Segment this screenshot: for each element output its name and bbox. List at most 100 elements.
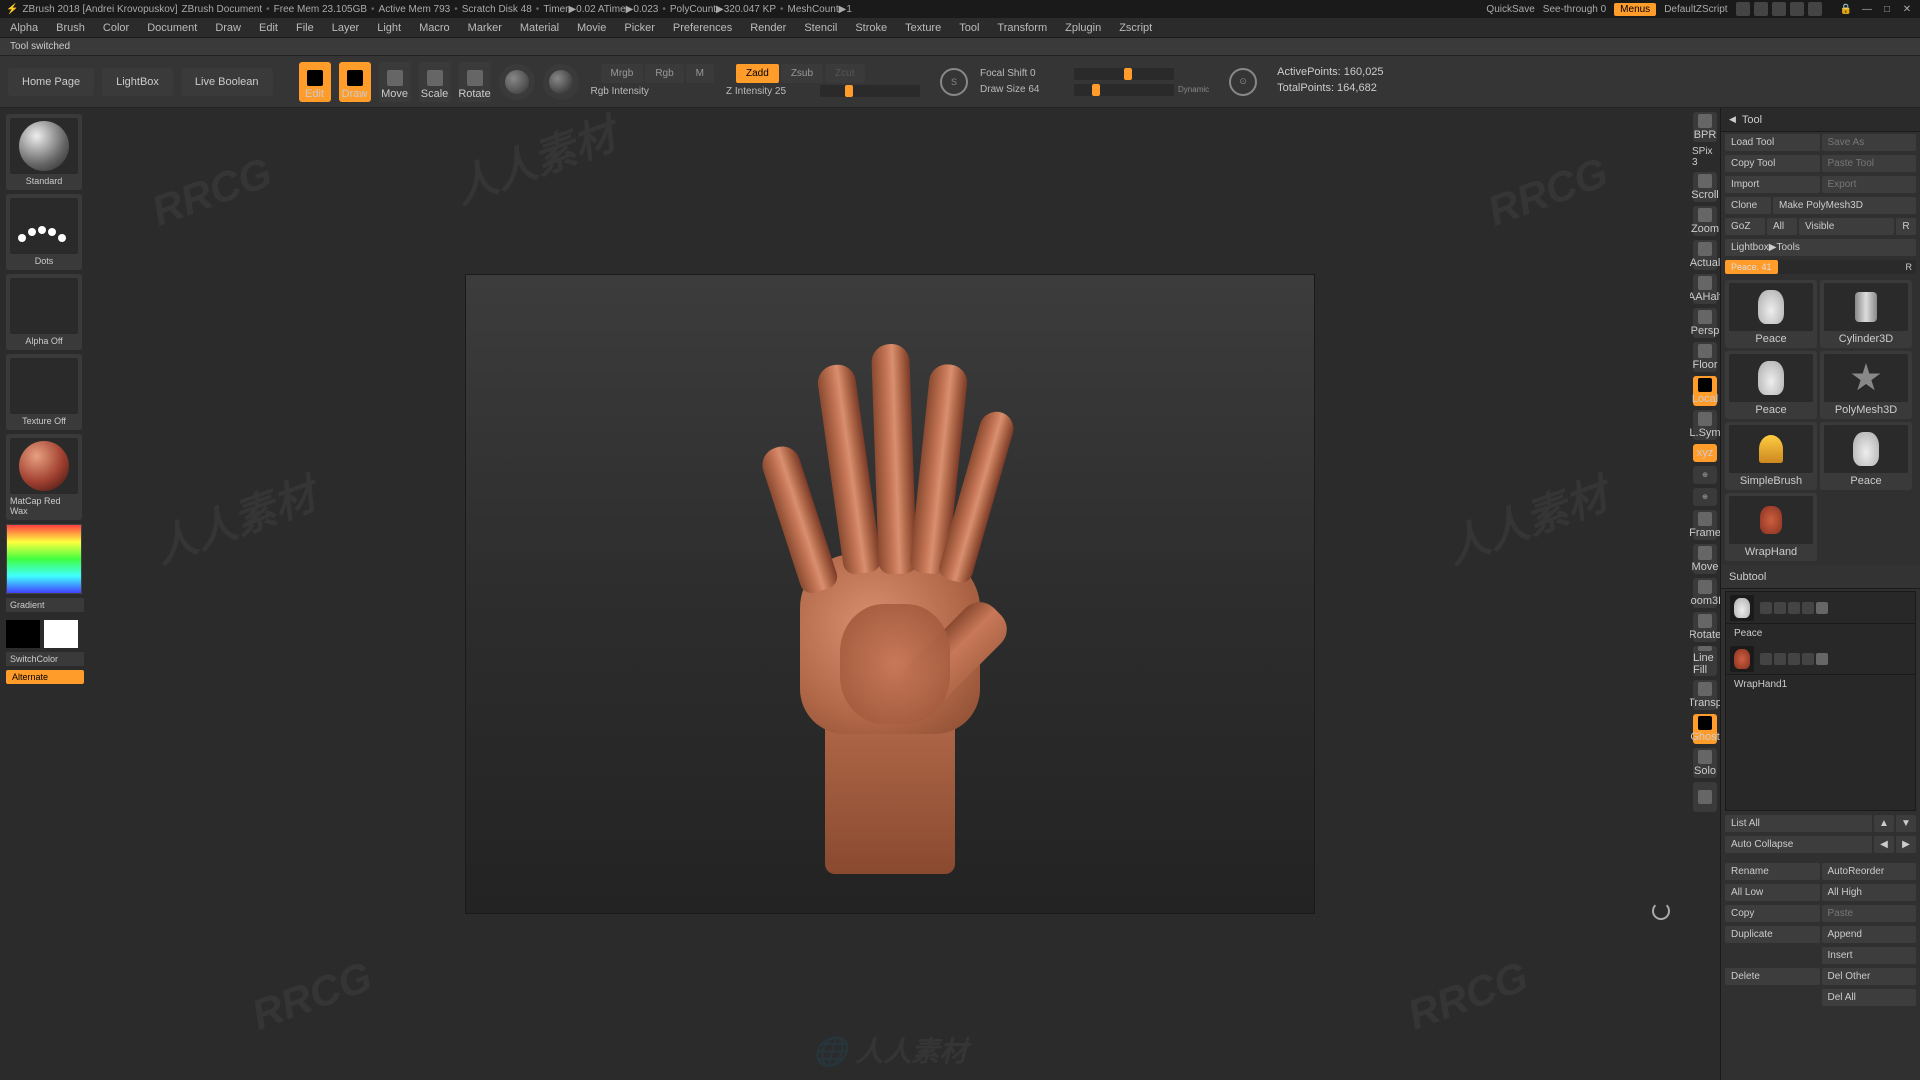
lock-icon[interactable]: 🔒 — [1840, 4, 1852, 15]
alternate-button[interactable]: Alternate — [6, 670, 84, 684]
paste-button[interactable]: Paste — [1822, 905, 1917, 922]
zadd-button[interactable]: Zadd — [736, 64, 779, 83]
floor-button[interactable]: Floor — [1693, 342, 1717, 372]
menus-button[interactable]: Menus — [1614, 3, 1656, 16]
maximize-button[interactable]: □ — [1880, 3, 1894, 15]
delother-button[interactable]: Del Other — [1822, 968, 1917, 985]
alpha-thumb[interactable]: Alpha Off — [6, 274, 82, 350]
layout-icon[interactable] — [1790, 2, 1804, 16]
layout-icon[interactable] — [1754, 2, 1768, 16]
menu-texture[interactable]: Texture — [905, 22, 941, 34]
makepoly-button[interactable]: Make PolyMesh3D — [1773, 197, 1916, 214]
autoreorder-button[interactable]: AutoReorder — [1822, 863, 1917, 880]
focal-shift-slider[interactable] — [1074, 68, 1174, 80]
brush-thumb[interactable]: Standard — [6, 114, 82, 190]
menu-layer[interactable]: Layer — [332, 22, 360, 34]
linefill-button[interactable]: Line Fill — [1693, 646, 1717, 676]
lsym-button[interactable]: L.Sym — [1693, 410, 1717, 440]
alllow-button[interactable]: All Low — [1725, 884, 1820, 901]
draw-size-label[interactable]: Draw Size 64 — [980, 84, 1070, 95]
actual-button[interactable]: Actual — [1693, 240, 1717, 270]
tool-item-simplebrush[interactable]: SimpleBrush — [1725, 422, 1817, 490]
menu-tool[interactable]: Tool — [959, 22, 979, 34]
tool-item-peace[interactable]: Peace — [1725, 280, 1817, 348]
up-button[interactable]: ▲ — [1874, 815, 1894, 832]
menu-zplugin[interactable]: Zplugin — [1065, 22, 1101, 34]
rgb-button[interactable]: Rgb — [645, 64, 683, 83]
menu-document[interactable]: Document — [147, 22, 197, 34]
seethrough-slider[interactable]: See-through 0 — [1543, 4, 1606, 15]
draw-size-slider[interactable] — [1074, 84, 1174, 96]
menu-marker[interactable]: Marker — [468, 22, 502, 34]
menu-zscript[interactable]: Zscript — [1119, 22, 1152, 34]
dynamic-label[interactable]: Dynamic — [1178, 85, 1209, 94]
menu-alpha[interactable]: Alpha — [10, 22, 38, 34]
copytool-button[interactable]: Copy Tool — [1725, 155, 1820, 172]
zoom-button[interactable]: Zoom — [1693, 206, 1717, 236]
quicksave-button[interactable]: QuickSave — [1486, 4, 1534, 15]
export-button[interactable]: Export — [1822, 176, 1917, 193]
subtool-item[interactable] — [1726, 643, 1915, 675]
append-button[interactable]: Append — [1822, 926, 1917, 943]
gradient-button[interactable]: Gradient — [6, 598, 84, 612]
canvas-area[interactable]: RRCG 人人素材 RRCG 人人素材 人人素材 RRCG RRCG 🌐 人人素… — [90, 108, 1690, 1080]
color-picker[interactable] — [6, 524, 82, 594]
subtool-item[interactable] — [1726, 592, 1915, 624]
menu-draw[interactable]: Draw — [215, 22, 241, 34]
persp-button[interactable]: Persp — [1693, 308, 1717, 338]
rotate3d-button[interactable]: Rotate — [1693, 612, 1717, 642]
peace-slider[interactable]: Peace. 41R — [1725, 260, 1916, 274]
down-button[interactable]: ▼ — [1896, 815, 1916, 832]
tool-item-peace3[interactable]: Peace — [1820, 422, 1912, 490]
xpose-button[interactable] — [1693, 782, 1717, 812]
import-button[interactable]: Import — [1725, 176, 1820, 193]
duplicate-button[interactable]: Duplicate — [1725, 926, 1820, 943]
zoom3d-button[interactable]: Zoom3D — [1693, 578, 1717, 608]
mode-draw[interactable]: Draw — [339, 62, 371, 102]
xyz-button[interactable]: xyz — [1693, 444, 1717, 462]
menu-transform[interactable]: Transform — [997, 22, 1047, 34]
mode-edit[interactable]: Edit — [299, 62, 331, 102]
menu-movie[interactable]: Movie — [577, 22, 606, 34]
stroke-thumb[interactable]: Dots — [6, 194, 82, 270]
aahalf-button[interactable]: AAHalf — [1693, 274, 1717, 304]
menu-stencil[interactable]: Stencil — [804, 22, 837, 34]
bpr-button[interactable]: BPR — [1693, 112, 1717, 142]
tool-item-wraphand[interactable]: WrapHand — [1725, 493, 1817, 561]
zsub-button[interactable]: Zsub — [781, 64, 823, 83]
frame-button[interactable]: Frame — [1693, 510, 1717, 540]
saveas-button[interactable]: Save As — [1822, 134, 1917, 151]
menu-edit[interactable]: Edit — [259, 22, 278, 34]
gizmo-button[interactable] — [543, 64, 579, 100]
transp-button[interactable]: Transp — [1693, 680, 1717, 710]
menu-render[interactable]: Render — [750, 22, 786, 34]
scroll-button[interactable]: Scroll — [1693, 172, 1717, 202]
menu-material[interactable]: Material — [520, 22, 559, 34]
tool-item-peace2[interactable]: Peace — [1725, 351, 1817, 419]
material-thumb[interactable]: MatCap Red Wax — [6, 434, 82, 520]
close-button[interactable]: ✕ — [1900, 3, 1914, 15]
menu-picker[interactable]: Picker — [624, 22, 655, 34]
menu-stroke[interactable]: Stroke — [855, 22, 887, 34]
mode-rotate[interactable]: Rotate — [459, 62, 491, 102]
autocollapse-button[interactable]: Auto Collapse — [1725, 836, 1872, 853]
local-button[interactable]: Local — [1693, 376, 1717, 406]
solo-button[interactable]: Solo — [1693, 748, 1717, 778]
arrow-button[interactable]: ◀ — [1874, 836, 1894, 853]
insert-button[interactable]: Insert — [1822, 947, 1917, 964]
eye-icon[interactable] — [1816, 602, 1828, 614]
tool-header[interactable]: ◀Tool — [1721, 108, 1920, 132]
copy-button[interactable]: Copy — [1725, 905, 1820, 922]
menu-file[interactable]: File — [296, 22, 314, 34]
loadtool-button[interactable]: Load Tool — [1725, 134, 1820, 151]
allhigh-button[interactable]: All High — [1822, 884, 1917, 901]
menu-color[interactable]: Color — [103, 22, 129, 34]
texture-thumb[interactable]: Texture Off — [6, 354, 82, 430]
sculptris-button[interactable] — [499, 64, 535, 100]
zcut-button[interactable]: Zcut — [825, 64, 864, 83]
minimize-button[interactable]: — — [1860, 3, 1874, 15]
tab-home[interactable]: Home Page — [8, 68, 94, 96]
swatch-white[interactable] — [44, 620, 78, 648]
arrow-button[interactable]: ▶ — [1896, 836, 1916, 853]
layout-icon[interactable] — [1808, 2, 1822, 16]
